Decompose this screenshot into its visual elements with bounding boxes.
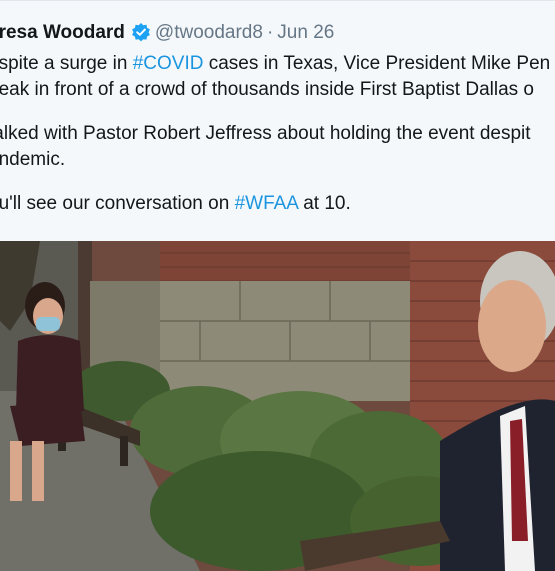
author-name[interactable]: eresa Woodard bbox=[0, 22, 125, 43]
tweet-media-photo[interactable] bbox=[0, 241, 555, 571]
tweet-card[interactable]: eresa Woodard @twoodard8 · Jun 26 espite a … bbox=[0, 0, 555, 571]
text-segment: ou'll see our conversation on bbox=[0, 193, 235, 214]
tweet-line: talked with Pastor Robert Jeffress about… bbox=[0, 121, 555, 147]
tweet-text: espite a surge in #COVID cases in Texas,… bbox=[0, 51, 555, 217]
hashtag-link[interactable]: #COVID bbox=[133, 53, 204, 74]
text-segment: peak in front of a crowd of thousands in… bbox=[0, 79, 534, 100]
author-handle[interactable]: @twoodard8 bbox=[155, 22, 263, 43]
tweet-line: peak in front of a crowd of thousands in… bbox=[0, 77, 555, 103]
text-segment: talked with Pastor Robert Jeffress about… bbox=[0, 123, 531, 144]
tweet-line: andemic. bbox=[0, 147, 555, 173]
text-segment: espite a surge in bbox=[0, 53, 133, 74]
verified-badge-icon bbox=[131, 22, 151, 42]
text-segment: cases in Texas, Vice President Mike Pen bbox=[203, 53, 551, 74]
hashtag-link[interactable]: #WFAA bbox=[235, 193, 298, 214]
text-segment: andemic. bbox=[0, 149, 66, 170]
tweet-header: eresa Woodard @twoodard8 · Jun 26 bbox=[0, 21, 334, 45]
tweet-date[interactable]: Jun 26 bbox=[277, 22, 334, 43]
text-segment: at 10. bbox=[297, 193, 351, 214]
tweet-line: ou'll see our conversation on #WFAA at 1… bbox=[0, 191, 555, 217]
tweet-line: espite a surge in #COVID cases in Texas,… bbox=[0, 51, 555, 77]
separator-dot: · bbox=[266, 22, 274, 43]
interview-photo bbox=[0, 241, 555, 571]
